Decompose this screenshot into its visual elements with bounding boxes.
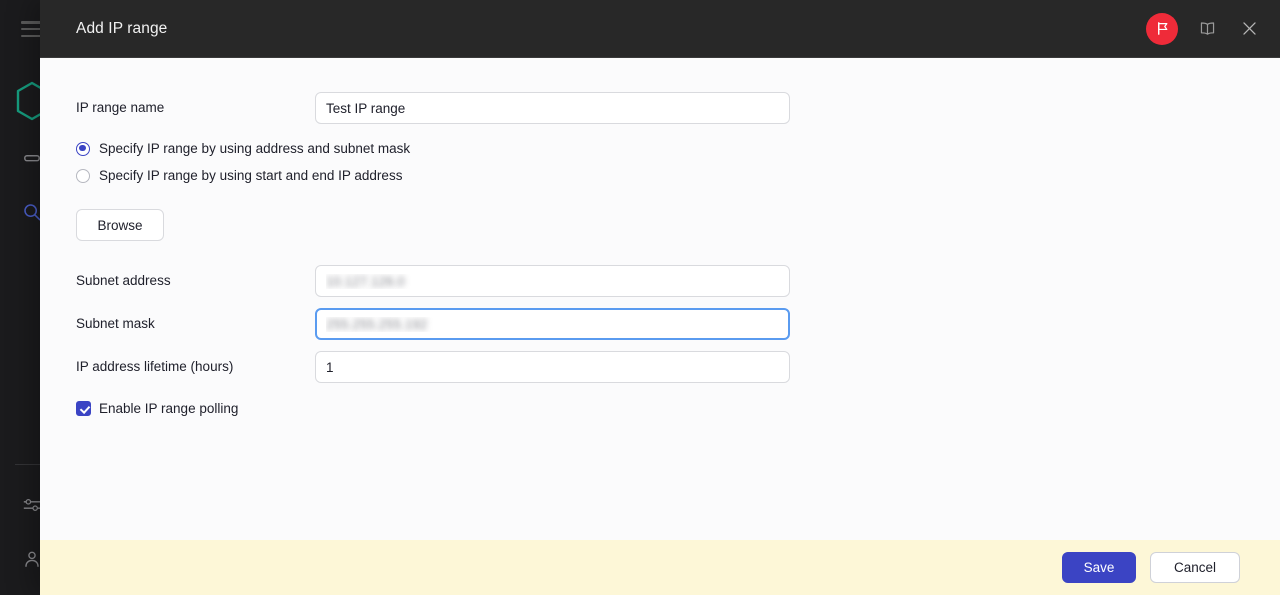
browse-button[interactable]: Browse	[76, 209, 164, 241]
modal-body: IP range name Specify IP range by using …	[40, 58, 1280, 540]
field-subnet-mask: Subnet mask	[76, 308, 1280, 340]
modal-header-actions	[1146, 13, 1262, 45]
subnet-address-input[interactable]	[315, 265, 790, 297]
app-root: Add IP range	[0, 0, 1280, 595]
spacer	[76, 241, 1280, 265]
field-subnet-address: Subnet address	[76, 265, 1280, 297]
subnet-mask-input[interactable]	[315, 308, 790, 340]
ip-address-lifetime-input[interactable]	[315, 351, 790, 383]
close-icon	[1240, 19, 1259, 38]
save-button[interactable]: Save	[1062, 552, 1136, 583]
radio-option-start-end-address[interactable]: Specify IP range by using start and end …	[76, 168, 1280, 183]
modal-title: Add IP range	[76, 20, 167, 38]
add-ip-range-modal: Add IP range	[40, 0, 1280, 595]
radio-label-address-subnet-mask: Specify IP range by using address and su…	[99, 141, 410, 156]
modal-header: Add IP range	[40, 0, 1280, 58]
field-ip-range-name: IP range name	[76, 92, 1280, 124]
documentation-button[interactable]	[1194, 16, 1220, 42]
ip-range-name-input[interactable]	[315, 92, 790, 124]
label-subnet-address: Subnet address	[76, 273, 315, 289]
close-button[interactable]	[1236, 16, 1262, 42]
field-ip-address-lifetime: IP address lifetime (hours)	[76, 351, 1280, 383]
label-ip-range-name: IP range name	[76, 100, 315, 116]
cancel-button[interactable]: Cancel	[1150, 552, 1240, 583]
flag-button[interactable]	[1146, 13, 1178, 45]
label-ip-address-lifetime: IP address lifetime (hours)	[76, 359, 315, 375]
label-subnet-mask: Subnet mask	[76, 316, 315, 332]
checkbox-enable-ip-range-polling[interactable]: Enable IP range polling	[76, 401, 1280, 416]
radio-mark-icon	[76, 169, 90, 183]
modal-footer: Save Cancel	[40, 540, 1280, 595]
book-icon	[1198, 19, 1217, 38]
radio-option-address-subnet-mask[interactable]: Specify IP range by using address and su…	[76, 141, 1280, 156]
flag-icon	[1155, 21, 1170, 36]
radio-label-start-end-address: Specify IP range by using start and end …	[99, 168, 402, 183]
checkbox-checked-icon	[76, 401, 91, 416]
checkbox-label-enable-polling: Enable IP range polling	[99, 401, 238, 416]
radio-mark-selected-icon	[76, 142, 90, 156]
ip-range-mode-radio-group: Specify IP range by using address and su…	[76, 141, 1280, 183]
